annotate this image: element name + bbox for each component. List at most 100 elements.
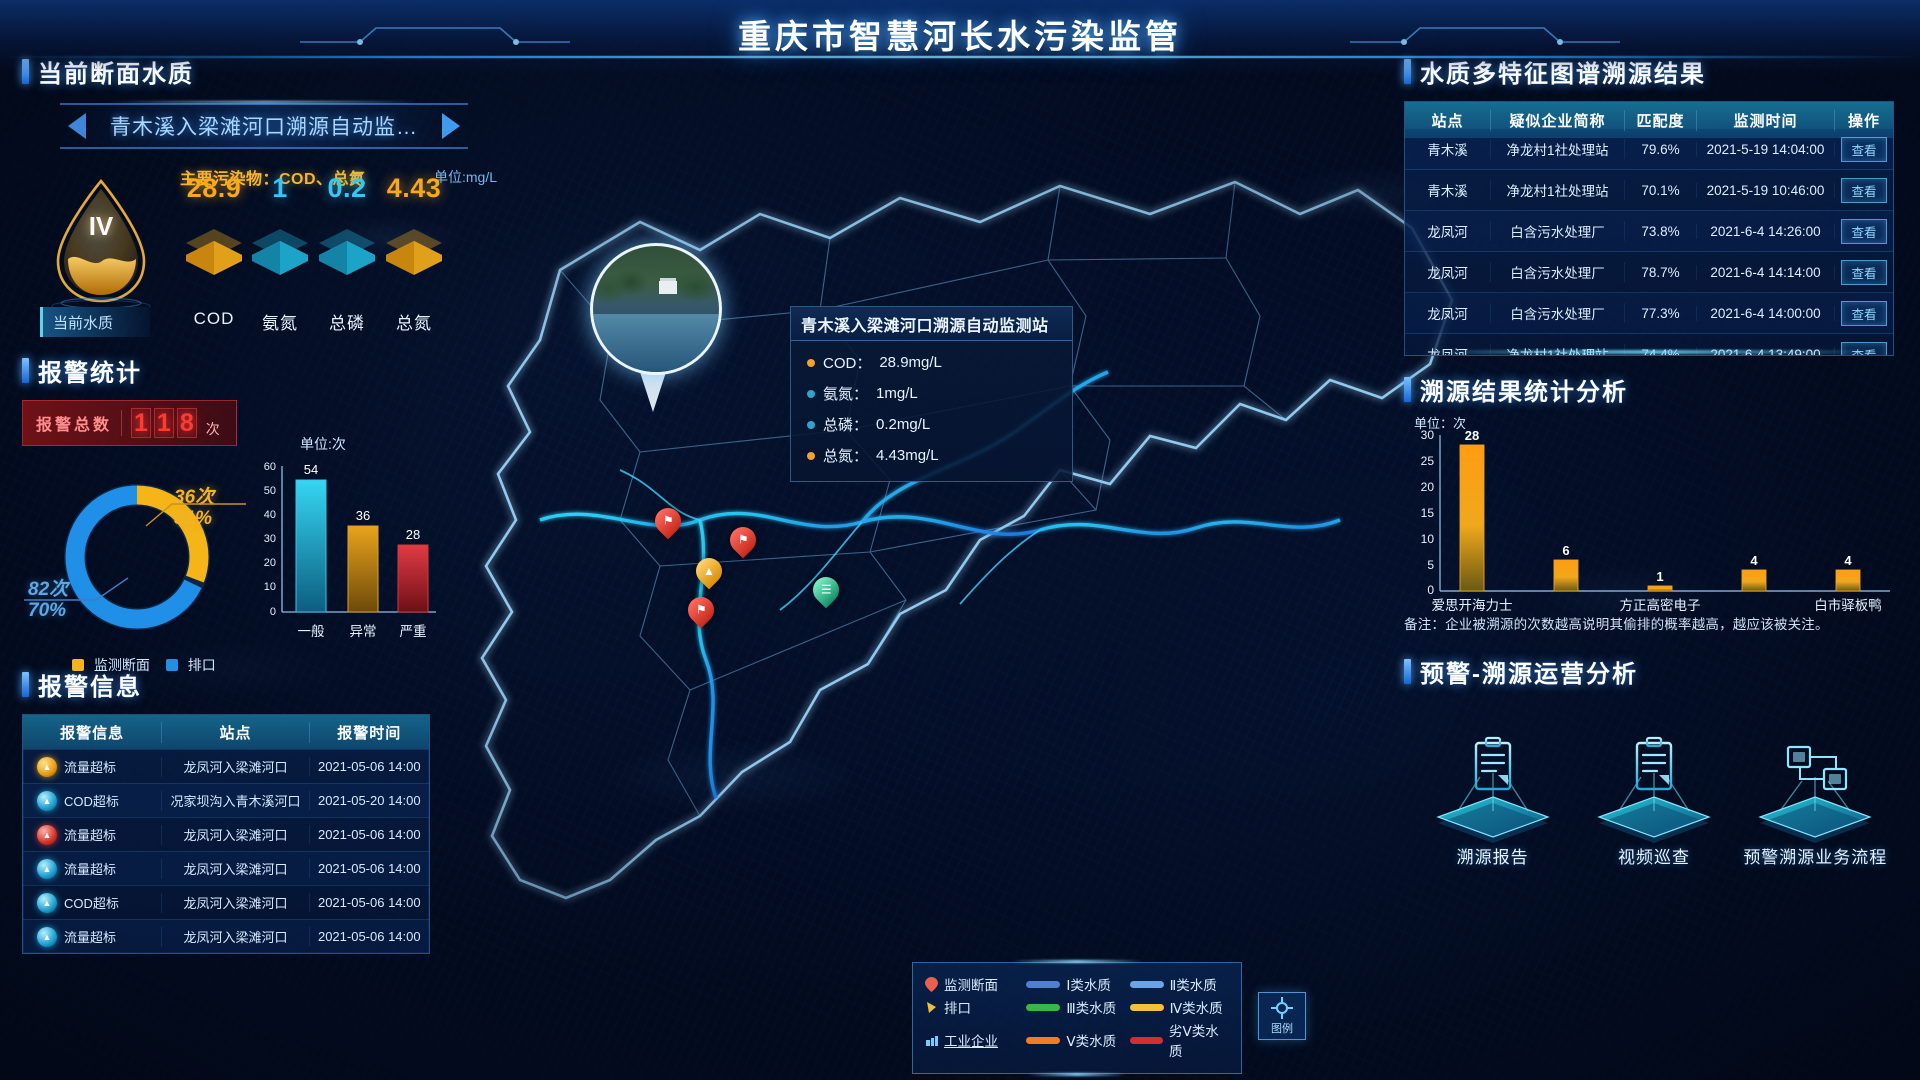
trace-result-table[interactable]: 站点 疑似企业简称 匹配度 监测时间 操作 青木溪 净龙村1社处理站 79.6% 20… <box>1404 101 1894 356</box>
trace-table-body: 青木溪 净龙村1社处理站 79.6% 2021-5-19 14:04:00 查看 青木溪净… <box>1405 129 1893 355</box>
legend-swatch <box>1129 1036 1163 1044</box>
trace-site-cell: 龙凤河 <box>1405 262 1491 282</box>
map-pin-red[interactable]: ⚑ <box>724 521 762 561</box>
next-station-arrow-icon[interactable] <box>442 113 460 139</box>
legend-label: 监测断面 <box>93 657 150 673</box>
tooltip-metric-row: 总磷： 0.2mg/L <box>791 409 1072 440</box>
alarm-charts: 36次 31% 82次 70% 监测断面 排口 单位:次 60 50 40 30… <box>22 436 522 673</box>
map-pin-red[interactable]: ⚑ <box>649 502 687 542</box>
legend-label: Ⅳ类水质 <box>1169 1001 1223 1016</box>
table-row[interactable]: 流量超标 龙凤河入梁滩河口 2021-05-06 14:00 <box>23 817 429 851</box>
svg-text:4: 4 <box>1750 553 1758 568</box>
tooltip-metric-label: 总磷： <box>823 417 869 434</box>
metric-total-nitrogen: 4.43 总氮 <box>372 173 456 333</box>
section-title-trace-stats: 溯源结果统计分析 <box>1404 372 1904 407</box>
tooltip-bullet-icon <box>807 420 815 429</box>
svg-text:1: 1 <box>1656 569 1663 584</box>
alarm-total-digits: 1 1 8 <box>131 408 197 438</box>
pin-glyph: ⚑ <box>662 514 674 529</box>
alarm-bar-svg: 60 50 40 30 20 10 0 54 36 28 一般 异常 严重 <box>264 461 436 639</box>
table-row[interactable]: COD超标 龙凤河入梁滩河口 2021-05-06 14:00 <box>23 885 429 919</box>
legend-marker-outfall: 排口 <box>925 997 1026 1017</box>
monitoring-pin-icon <box>925 976 938 992</box>
trace-company-cell: 白含污水处理厂 <box>1491 262 1625 282</box>
pin-glyph: ☰ <box>820 583 832 598</box>
tooltip-metric-row: 氨氮： 1mg/L <box>791 378 1072 409</box>
tooltip-bullet-icon <box>807 358 815 367</box>
svg-text:方正高密电子: 方正高密电子 <box>1620 597 1701 613</box>
column-header-action: 操作 <box>1847 112 1880 130</box>
alarm-site-cell: 龙凤河入梁滩河口 <box>162 825 310 844</box>
app-header: 重庆市智慧河长水污染监管 <box>0 0 1920 74</box>
alarm-site-cell: 龙凤河入梁滩河口 <box>162 927 310 946</box>
table-row[interactable]: 龙凤河 白含污水处理厂 77.3% 2021-6-4 14:00:00 查看 <box>1405 293 1893 334</box>
prev-station-arrow-icon[interactable] <box>68 113 86 139</box>
table-row[interactable]: 青木溪 净龙村1社处理站 79.6% 2021-5-19 14:04:00 查看 <box>1405 129 1893 170</box>
view-button[interactable]: 查看 <box>1841 259 1887 285</box>
trace-time-cell: 2021-6-4 14:14:00 <box>1697 264 1835 280</box>
alarm-type-text: 流量超标 <box>64 862 117 877</box>
section-title-text: 报警统计 <box>38 360 142 387</box>
map-pin-red[interactable]: ⚑ <box>682 591 720 631</box>
water-quality-metrics: 主要污染物：COD、总氮 单位:mg/L IV 当前水质 28.9 COD 1 … <box>22 155 522 345</box>
legend-swatch <box>1129 980 1164 988</box>
trace-match-cell: 74.4% <box>1625 346 1697 355</box>
view-button[interactable]: 查看 <box>1841 177 1887 203</box>
alarm-total-label: 报警总数 <box>36 417 113 434</box>
ops-item-trace-report[interactable]: 溯源报告 <box>1418 731 1568 868</box>
alarm-digit: 1 <box>153 408 174 438</box>
svg-text:30: 30 <box>264 533 276 545</box>
trace-chart-unit-label: 单位：次 <box>1414 416 1467 431</box>
station-selector[interactable]: 青木溪入梁滩河口溯源自动监… <box>60 103 468 149</box>
table-row[interactable]: 青木溪 净龙村1社处理站 70.1% 2021-5-19 10:46:00 查看 <box>1405 170 1893 211</box>
alarm-bell-icon <box>37 858 57 879</box>
station-photo[interactable] <box>590 243 722 375</box>
trace-company-cell: 净龙村1社处理站 <box>1491 180 1625 200</box>
legend-swatch <box>1026 1036 1061 1044</box>
svg-text:20: 20 <box>1421 480 1435 494</box>
view-button[interactable]: 查看 <box>1841 218 1887 244</box>
alarm-type-text: 流量超标 <box>64 828 117 843</box>
alarm-type-cell: COD超标 <box>23 892 163 913</box>
table-row[interactable]: COD超标 况家坝沟入青木溪河口 2021-05-20 14:00 <box>23 783 429 817</box>
alarm-bell-icon <box>37 824 57 845</box>
alarm-type-cell: 流量超标 <box>23 756 163 777</box>
map-pin-green[interactable]: ☰ <box>807 571 845 611</box>
trace-site-cell: 青木溪 <box>1405 180 1491 200</box>
table-row[interactable]: 流量超标 龙凤河入梁滩河口 2021-05-06 14:00 <box>23 851 429 885</box>
legend-swatch <box>1026 980 1061 988</box>
alarm-statistics-section: 报警统计 报警总数 1 1 8 次 36次 31% 82次 70% 监测断面 排… <box>22 353 522 673</box>
table-row[interactable]: 龙凤河 白含污水处理厂 73.8% 2021-6-4 14:26:00 查看 <box>1405 211 1893 252</box>
legend-row-3: 工业企业 Ⅴ类水质 劣Ⅴ类水质 <box>925 1020 1231 1060</box>
video-inspect-icon <box>1579 731 1729 843</box>
workflow-icon <box>1740 731 1890 843</box>
ops-item-workflow[interactable]: 预警溯源业务流程 <box>1740 731 1890 868</box>
svg-text:28: 28 <box>1465 428 1479 443</box>
legend-toggle-button[interactable]: 图例 <box>1258 992 1306 1040</box>
alarm-info-section: 报警信息 报警信息 站点 报警时间 流量超标龙凤河入梁滩河口2021-05-06… <box>22 667 522 954</box>
view-button[interactable]: 查看 <box>1841 341 1887 355</box>
ops-item-video-inspection[interactable]: 视频巡查 <box>1579 731 1729 868</box>
table-row[interactable]: 流量超标 龙凤河入梁滩河口 2021-05-06 14:00 <box>23 749 429 783</box>
view-button[interactable]: 查看 <box>1841 136 1887 162</box>
table-row[interactable]: 龙凤河 白含污水处理厂 78.7% 2021-6-4 14:14:00 查看 <box>1405 252 1893 293</box>
view-button[interactable]: 查看 <box>1841 300 1887 326</box>
table-row[interactable]: 流量超标 龙凤河入梁滩河口 2021-05-06 14:00 <box>23 919 429 953</box>
dashboard-root: 重庆市智慧河长水污染监管 当前断面水质 青木溪入梁滩河口溯源自动监… 主要污染物… <box>0 0 1920 1080</box>
trace-action-cell: 查看 <box>1835 259 1893 285</box>
svg-text:50: 50 <box>264 485 276 497</box>
legend-row-1: 监测断面 Ⅰ类水质 Ⅱ类水质 <box>925 974 1231 994</box>
column-header-company: 疑似企业简称 <box>1491 109 1625 131</box>
legend-marker-industry[interactable]: 工业企业 <box>925 1030 1026 1050</box>
legend-item-monitoring-section: 监测断面 <box>72 655 150 675</box>
svg-text:40: 40 <box>264 509 276 521</box>
trace-company-cell: 白含污水处理厂 <box>1491 303 1625 323</box>
alarm-time-cell: 2021-05-06 14:00 <box>317 895 421 910</box>
alarm-time-cell: 2021-05-06 14:00 <box>317 759 421 774</box>
factory-icon <box>926 1035 938 1046</box>
table-row[interactable]: 龙凤河 净龙村1社处理站 74.4% 2021-6-4 13:49:00 查看 <box>1405 334 1893 355</box>
right-panel: 水质多特征图谱溯源结果 站点 疑似企业简称 匹配度 监测时间 操作 青木溪 净龙村… <box>1404 54 1904 901</box>
svg-text:严重: 严重 <box>400 624 427 639</box>
map-pin-gold[interactable]: ▲ <box>690 552 728 592</box>
trace-match-cell: 73.8% <box>1625 223 1697 239</box>
